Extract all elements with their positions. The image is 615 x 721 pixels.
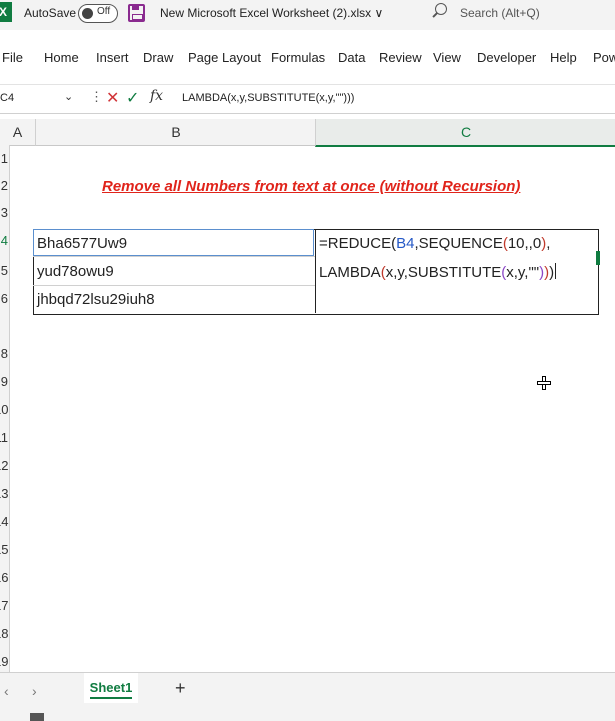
text-caret bbox=[555, 263, 557, 279]
excel-logo-icon: X bbox=[0, 2, 12, 22]
tab-developer[interactable]: Developer bbox=[477, 50, 536, 65]
column-divider bbox=[315, 229, 316, 313]
cell-b5[interactable]: yud78owu9 bbox=[37, 263, 114, 280]
row-header-17[interactable]: 17 bbox=[0, 598, 8, 618]
row-header-2[interactable]: 2 bbox=[0, 178, 8, 198]
toggle-knob bbox=[82, 8, 93, 19]
column-header-b[interactable]: B bbox=[35, 119, 316, 146]
chevron-down-icon[interactable]: ⌄ bbox=[64, 90, 73, 103]
row-header-16[interactable]: 16 bbox=[0, 570, 8, 590]
row-header-8[interactable]: 8 bbox=[0, 346, 8, 366]
tab-review[interactable]: Review bbox=[379, 50, 422, 65]
sheet-tab-bar: ‹ › Sheet1 + bbox=[0, 672, 615, 721]
formula-bar: C4 ⌄ ⋮ ✕ ✓ fx LAMBDA(x,y,SUBSTITUTE(x,y,… bbox=[0, 84, 615, 114]
row-header-9[interactable]: 9 bbox=[0, 374, 8, 394]
row-header-5[interactable]: 5 bbox=[0, 263, 8, 283]
tab-help[interactable]: Help bbox=[550, 50, 577, 65]
cell-c4-edit-line1[interactable]: =REDUCE(B4,SEQUENCE(10,,0), bbox=[319, 235, 550, 252]
autosave-label: AutoSave bbox=[24, 6, 77, 20]
next-sheet-icon[interactable]: › bbox=[32, 683, 37, 699]
tab-data[interactable]: Data bbox=[338, 50, 365, 65]
name-box-value: C4 bbox=[0, 92, 15, 104]
autosave-state: Off bbox=[97, 6, 111, 17]
row-header-3[interactable]: 3 bbox=[0, 205, 8, 225]
add-sheet-icon[interactable]: + bbox=[175, 678, 186, 699]
document-title[interactable]: New Microsoft Excel Worksheet (2).xlsx ∨ bbox=[160, 6, 383, 20]
title-bar: X AutoSave Off New Microsoft Excel Works… bbox=[0, 0, 615, 30]
autosave-toggle[interactable]: Off bbox=[78, 4, 118, 23]
tab-page-layout[interactable]: Page Layout bbox=[188, 50, 261, 65]
column-header-c[interactable]: C bbox=[315, 119, 615, 147]
row-header-18[interactable]: 18 bbox=[0, 626, 8, 646]
row-gridline bbox=[33, 285, 315, 286]
tab-file[interactable]: File bbox=[2, 50, 23, 65]
sheet-title-cell[interactable]: Remove all Numbers from text at once (wi… bbox=[102, 178, 520, 195]
row-header-1[interactable]: 1 bbox=[0, 151, 8, 171]
row-header-11[interactable]: 11 bbox=[0, 430, 8, 450]
cancel-icon[interactable]: ✕ bbox=[106, 88, 119, 108]
name-box[interactable]: C4 ⌄ bbox=[0, 90, 86, 108]
tab-formulas[interactable]: Formulas bbox=[271, 50, 325, 65]
cell-b6[interactable]: jhbqd72lsu29iuh8 bbox=[37, 291, 155, 308]
save-icon[interactable] bbox=[128, 4, 145, 22]
more-options-icon[interactable]: ⋮ bbox=[90, 89, 103, 105]
row-header-4[interactable]: 4 bbox=[0, 233, 8, 253]
search-input[interactable]: Search (Alt+Q) bbox=[460, 6, 540, 20]
tab-power[interactable]: Pow bbox=[593, 50, 615, 65]
cell-c4-edit-line2[interactable]: LAMBDA(x,y,SUBSTITUTE(x,y,""))) bbox=[319, 263, 557, 281]
cell-cursor-icon bbox=[537, 376, 551, 390]
row-header-19[interactable]: 19 bbox=[0, 654, 8, 674]
cell-b4[interactable]: Bha6577Uw9 bbox=[37, 235, 127, 252]
tab-draw[interactable]: Draw bbox=[143, 50, 173, 65]
sheet-tab-sheet1[interactable]: Sheet1 bbox=[84, 673, 138, 703]
formula-input[interactable]: LAMBDA(x,y,SUBSTITUTE(x,y,""))) bbox=[182, 92, 354, 104]
tab-insert[interactable]: Insert bbox=[96, 50, 129, 65]
tab-home[interactable]: Home bbox=[44, 50, 79, 65]
row-header-13[interactable]: 13 bbox=[0, 486, 8, 506]
ribbon-tabs: File Home Insert Draw Page Layout Formul… bbox=[0, 44, 615, 72]
active-cell-marker bbox=[596, 251, 600, 265]
previous-sheet-icon[interactable]: ‹ bbox=[4, 683, 9, 699]
chevron-down-icon: ∨ bbox=[374, 6, 384, 20]
row-gridline bbox=[33, 256, 315, 257]
row-header-15[interactable]: 15 bbox=[0, 542, 8, 562]
row-header-14[interactable]: 14 bbox=[0, 514, 8, 534]
column-header-a[interactable]: A bbox=[0, 119, 35, 146]
row-header-10[interactable]: 10 bbox=[0, 402, 8, 422]
row-header-12[interactable]: 12 bbox=[0, 458, 8, 478]
tab-view[interactable]: View bbox=[433, 50, 461, 65]
insert-function-icon[interactable]: fx bbox=[150, 88, 163, 104]
row-header-6[interactable]: 6 bbox=[0, 291, 8, 311]
search-icon[interactable] bbox=[435, 3, 447, 15]
checkmark-icon[interactable]: ✓ bbox=[126, 88, 139, 108]
